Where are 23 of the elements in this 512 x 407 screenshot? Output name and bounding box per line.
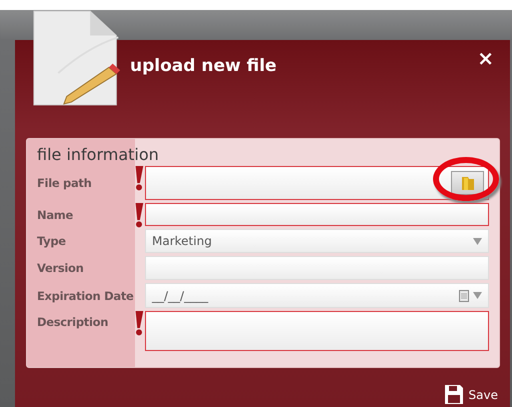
text-field[interactable] [145,203,489,226]
save-button[interactable]: Save [444,385,498,404]
type-select[interactable]: Marketing [145,229,489,253]
field-label: File path [37,175,93,192]
section-title: file information [37,144,160,166]
required-icon [133,200,145,230]
description-field[interactable] [145,311,489,351]
field-label: Expiration Date [37,288,133,304]
close-button[interactable]: × [473,46,498,70]
document-pencil-icon [32,8,122,108]
required-icon [133,163,145,193]
field-label: Description [37,314,110,331]
field-label: Version [37,260,85,277]
dialog-title: upload new file [130,56,278,76]
field-label: Name [37,206,74,224]
date-field[interactable]: __/__/____ [145,283,489,308]
folder-icon [460,175,474,191]
browse-button[interactable] [451,171,484,195]
required-icon [133,308,145,338]
dropdown-arrow-icon [473,238,482,244]
file-path-field[interactable] [145,166,489,200]
field-label: Type [37,233,67,250]
dropdown-arrow-icon [473,292,482,299]
